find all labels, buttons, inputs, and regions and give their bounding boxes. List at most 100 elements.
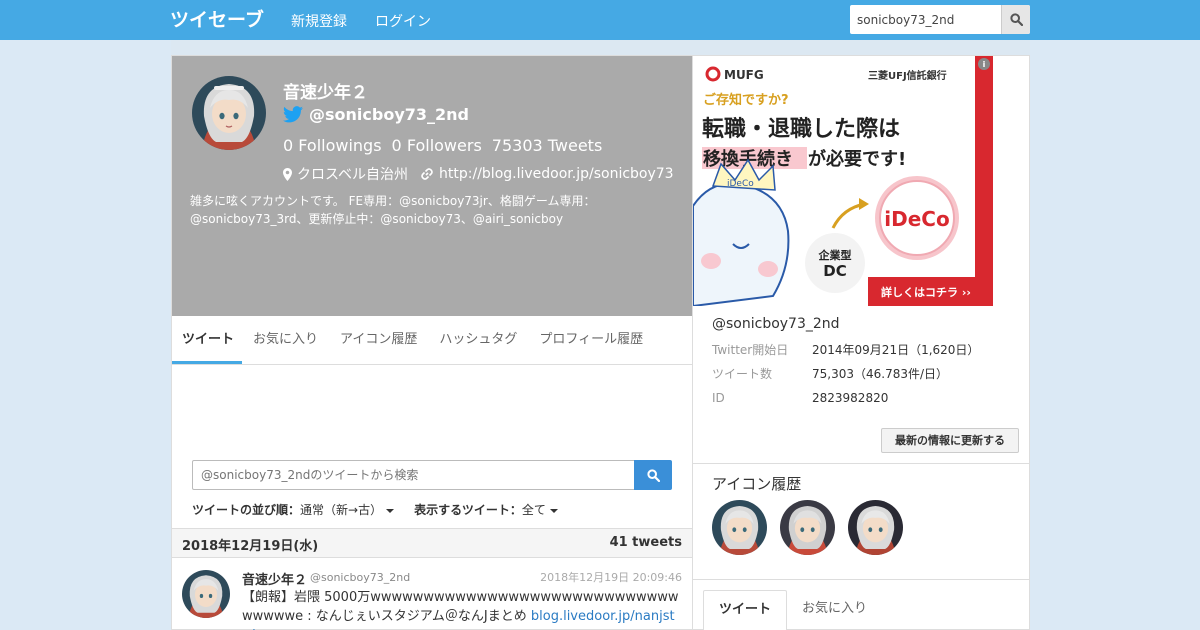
profile-url[interactable]: http://blog.livedoor.jp/sonicboy73: [420, 166, 674, 182]
info-row-tweet-count: ツイート数 75,303（46.783件/日）: [712, 366, 979, 390]
avatar-illustration-icon: [192, 76, 266, 150]
sidebar-tab-favorites[interactable]: お気に入り: [787, 590, 882, 630]
profile-handle[interactable]: @sonicboy73_2nd: [283, 105, 469, 124]
ad-badge-dc-2: DC: [823, 262, 846, 280]
show-filter-dropdown[interactable]: 表示するツイート：全て: [414, 501, 558, 518]
profile-bio: 雑多に呟くアカウントです。 FE専用：@sonicboy73jr、格闘ゲーム専用…: [190, 194, 596, 226]
date-header: 2018年12月19日(水) 41 tweets: [172, 528, 692, 558]
tweet-author-name[interactable]: 音速少年２: [242, 569, 307, 588]
tweet-timestamp[interactable]: 2018年12月19日 20:09:46: [540, 569, 682, 585]
tweet-search-button[interactable]: [634, 460, 672, 490]
avatar-illustration-icon: [848, 500, 903, 555]
ad-cta: 詳しくはコチラ ››: [881, 285, 971, 299]
header-search-input[interactable]: [850, 5, 1001, 34]
ad-creative: MUFG 三菱UFJ信託銀行 i ご存知ですか? 転職・退職した際は 移換手続き…: [693, 56, 993, 306]
search-icon: [646, 468, 660, 482]
link-icon: [421, 168, 433, 180]
sort-order-dropdown[interactable]: ツイートの並び順：通常（新→古）: [192, 501, 395, 518]
header-search: [850, 5, 1030, 34]
icon-history-avatar[interactable]: [848, 500, 903, 555]
sidebar-tabs: ツイート お気に入り: [703, 590, 1019, 630]
twitter-bird-icon: [283, 106, 303, 123]
date-header-count: 41 tweets: [609, 535, 682, 550]
caret-down-icon: [386, 508, 395, 513]
right-column: MUFG 三菱UFJ信託銀行 i ご存知ですか? 転職・退職した際は 移換手続き…: [693, 55, 1030, 630]
tweet-search-input[interactable]: [192, 460, 635, 490]
followers-stat[interactable]: 0 Followers: [392, 136, 482, 155]
site-logo[interactable]: ツイセーブ: [170, 7, 270, 31]
sidebar-tab-tweets[interactable]: ツイート: [703, 590, 788, 630]
ad-mascot-text: iDeCo: [727, 179, 754, 189]
left-column: 音速少年２ @sonicboy73_2nd 0 Followings 0 Fol…: [171, 55, 693, 630]
show-filter-label: 表示するツイート：: [414, 503, 522, 517]
divider: [693, 579, 1029, 580]
profile-header: 音速少年２ @sonicboy73_2nd 0 Followings 0 Fol…: [172, 56, 692, 316]
update-info-button[interactable]: 最新の情報に更新する: [881, 428, 1019, 453]
info-value: 75,303（46.783件/日）: [812, 367, 949, 381]
icon-history-title: アイコン履歴: [712, 475, 802, 493]
tweet-search: [192, 460, 672, 490]
info-key: ID: [712, 391, 725, 405]
info-key: Twitter開始日: [712, 343, 789, 357]
tab-profile-history[interactable]: プロフィール履歴: [528, 316, 654, 364]
info-key: ツイート数: [712, 367, 773, 381]
profile-name: 音速少年２: [283, 83, 368, 103]
profile-location: クロスベル自治州: [283, 164, 408, 184]
info-row-start-date: Twitter開始日 2014年09月21日（1,620日）: [712, 342, 979, 366]
ad-bank-logo: MUFG: [724, 68, 764, 82]
site-logo-text: ツイセーブ: [170, 8, 264, 31]
followings-count: 0: [283, 136, 294, 155]
avatar-illustration-icon: [780, 500, 835, 555]
followings-label: Followings: [298, 136, 382, 155]
followers-count: 0: [391, 136, 402, 155]
account-handle: @sonicboy73_2nd: [712, 316, 840, 332]
caret-down-icon: [549, 508, 558, 513]
icon-history-avatar[interactable]: [712, 500, 767, 555]
info-value: 2823982820: [812, 391, 889, 405]
ad-headline-3b: が必要です!: [808, 148, 906, 170]
info-value: 2014年09月21日（1,620日）: [812, 343, 980, 357]
ad-headline-1: ご存知ですか?: [703, 92, 789, 108]
icon-history-list: [712, 500, 903, 555]
account-info-table: Twitter開始日 2014年09月21日（1,620日） ツイート数 75,…: [712, 342, 979, 414]
tweet-item: 音速少年２ @sonicboy73_2nd 2018年12月19日 20:09:…: [172, 558, 692, 630]
tweet-avatar[interactable]: [182, 570, 230, 618]
tweets-label: Tweets: [547, 136, 603, 155]
tab-hashtags[interactable]: ハッシュタグ: [428, 316, 528, 364]
ad-badge-dc-1: 企業型: [818, 248, 852, 262]
sort-controls: ツイートの並び順：通常（新→古） 表示するツイート：全て: [192, 501, 558, 518]
followings-stat[interactable]: 0 Followings: [283, 136, 382, 155]
tweet-author-handle[interactable]: @sonicboy73_2nd: [310, 571, 410, 584]
ad-banner[interactable]: MUFG 三菱UFJ信託銀行 i ご存知ですか? 転職・退職した際は 移換手続き…: [693, 56, 993, 306]
avatar-illustration-icon: [712, 500, 767, 555]
ad-headline-2: 転職・退職した際は: [702, 116, 900, 142]
ad-info-icon-text: i: [983, 60, 986, 69]
map-marker-icon: [283, 167, 292, 181]
top-strip: [171, 40, 1030, 55]
tab-favorites[interactable]: お気に入り: [242, 316, 329, 364]
profile-meta: クロスベル自治州 http://blog.livedoor.jp/sonicbo…: [283, 164, 674, 184]
show-filter-value: 全て: [521, 503, 546, 517]
register-link[interactable]: 新規登録: [291, 11, 347, 31]
date-header-date: 2018年12月19日(水): [182, 539, 319, 554]
navbar: ツイセーブ 新規登録 ログイン: [0, 0, 1200, 40]
sort-order-label: ツイートの並び順：: [192, 503, 301, 517]
main-container: 音速少年２ @sonicboy73_2nd 0 Followings 0 Fol…: [171, 40, 1030, 630]
tab-icon-history[interactable]: アイコン履歴: [329, 316, 428, 364]
profile-tabs: ツイート お気に入り アイコン履歴 ハッシュタグ プロフィール履歴: [172, 316, 692, 365]
divider: [693, 463, 1029, 464]
sort-order-value: 通常（新→古）: [300, 503, 383, 517]
tweets-stat[interactable]: 75303 Tweets: [492, 136, 603, 155]
header-search-button[interactable]: [1001, 5, 1030, 34]
info-row-id: ID 2823982820: [712, 390, 979, 414]
ad-bank-name: 三菱UFJ信託銀行: [868, 69, 947, 82]
profile-url-text: http://blog.livedoor.jp/sonicboy73: [439, 166, 674, 182]
ad-badge-ideco: iDeCo: [884, 207, 949, 231]
site-logo-mark: ツイセーブ: [170, 8, 264, 31]
followers-label: Followers: [406, 136, 482, 155]
tab-tweets[interactable]: ツイート: [172, 316, 243, 364]
icon-history-avatar[interactable]: [780, 500, 835, 555]
profile-avatar[interactable]: [192, 76, 266, 150]
login-link[interactable]: ログイン: [375, 11, 431, 31]
tweet-text: 【朗報】岩隈 5000万wwwwwwwwwwwwwwwwwwwwwwwwwwww…: [242, 588, 687, 630]
